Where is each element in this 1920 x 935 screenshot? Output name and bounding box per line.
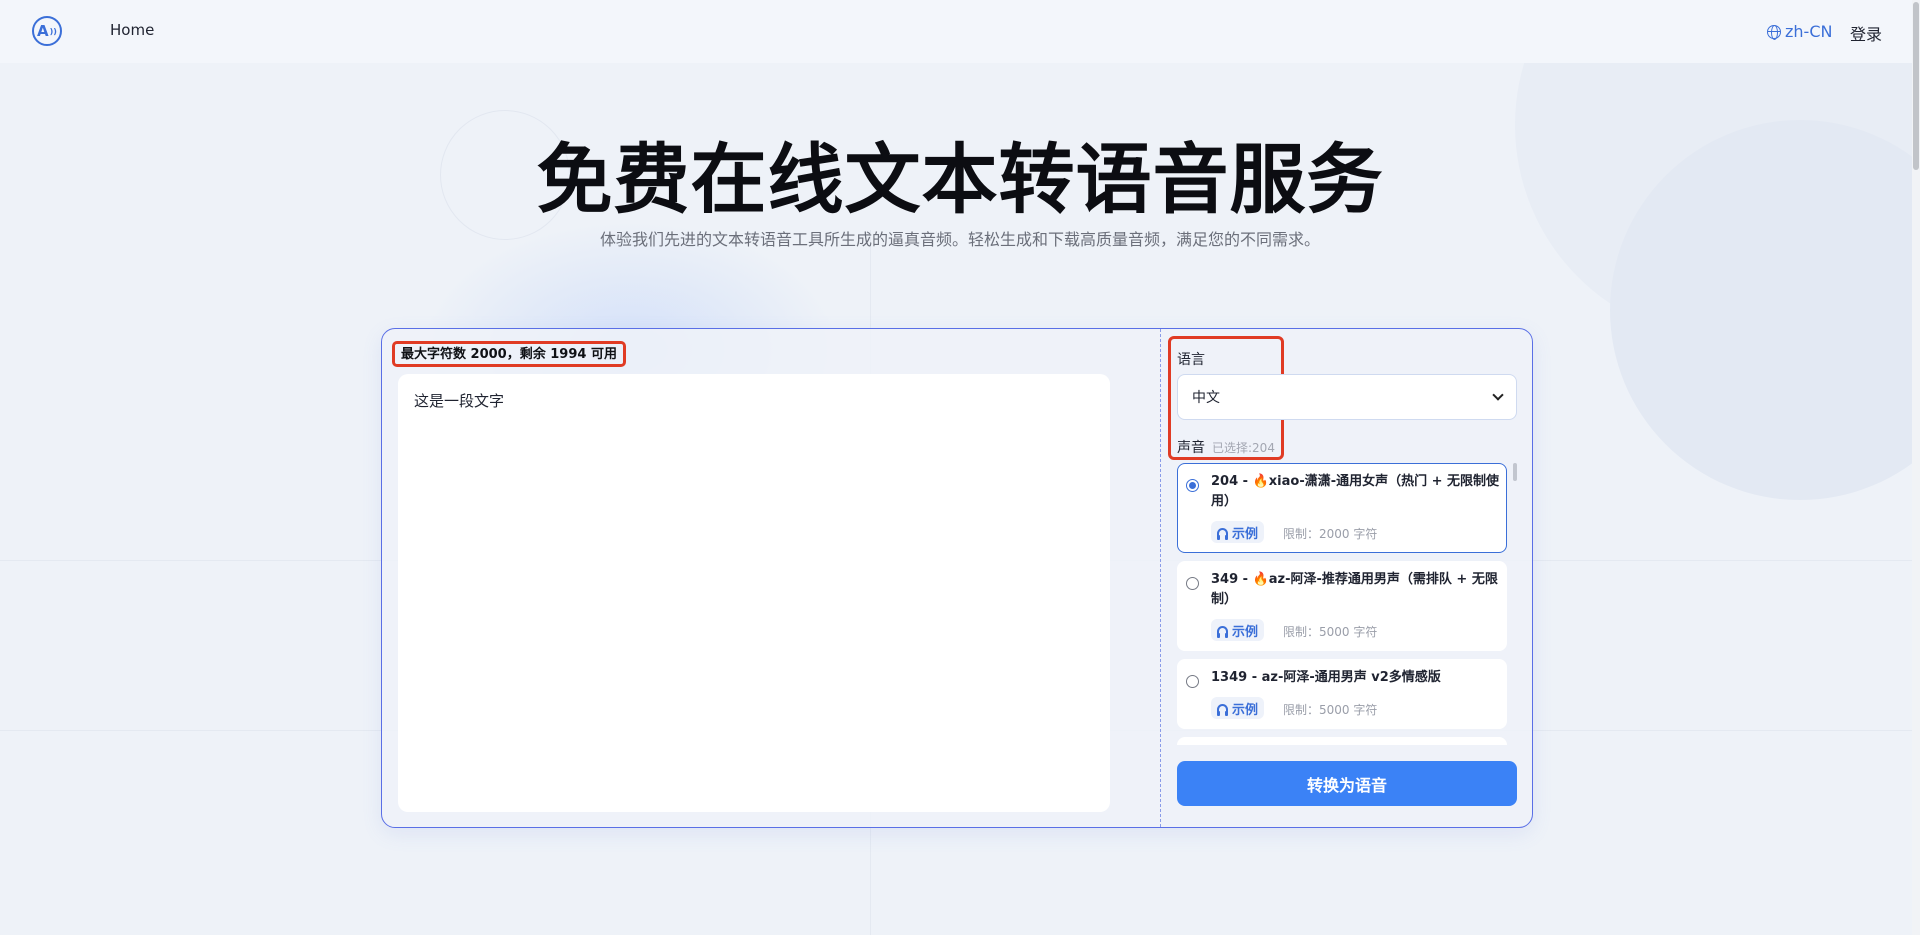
scrollbar-thumb[interactable] [1513,463,1517,481]
page-title: 免费在线文本转语音服务 [536,135,1384,224]
top-navigation-bar: A)) Home zh-CN 登录 [0,0,1920,63]
example-label: 示例 [1232,526,1259,542]
headphone-icon [1217,527,1228,540]
language-code: zh-CN [1785,22,1833,41]
voice-limit: 限制：5000 字符 [1283,625,1378,639]
voice-label: 声音 [1177,440,1205,456]
tts-card: 最大字符数 2000，剩余 1994 可用 这是一段文字 语言 中文 声音 已选… [381,328,1533,828]
voice-option[interactable]: 1349 - az-阿泽-通用男声 v2多情感版 示例 限制：5000 字符 [1177,659,1507,729]
language-select-value: 中文 [1192,390,1220,406]
voice-list-scrollbar[interactable] [1513,463,1519,745]
nav-home-link[interactable]: Home [110,21,154,39]
headphone-icon [1217,703,1228,716]
text-input[interactable]: 这是一段文字 [398,374,1110,812]
convert-button[interactable]: 转换为语音 [1177,761,1517,806]
language-select[interactable]: 中文 [1177,374,1517,420]
voice-limit: 限制：5000 字符 [1283,703,1378,717]
voice-list[interactable]: 204 - 🔥xiao-潇潇-通用女声（热门 + 无限制使用） 示例 限制：20… [1177,463,1513,745]
voice-name: 204 - 🔥xiao-潇潇-通用女声（热门 + 无限制使用） [1211,474,1500,509]
example-label: 示例 [1232,624,1259,640]
voice-option[interactable] [1177,737,1507,745]
voice-name: 1349 - az-阿泽-通用男声 v2多情感版 [1211,670,1441,685]
page-scrollbar[interactable] [1912,0,1920,935]
example-button[interactable]: 示例 [1211,697,1265,719]
example-button[interactable]: 示例 [1211,521,1265,543]
logo-icon[interactable]: A)) [32,16,62,46]
globe-icon [1767,24,1781,40]
voice-radio[interactable] [1186,577,1199,590]
example-label: 示例 [1232,702,1259,718]
char-counter: 最大字符数 2000，剩余 1994 可用 [392,341,626,367]
voice-radio[interactable] [1186,675,1199,688]
example-button[interactable]: 示例 [1211,619,1265,641]
page-subtitle: 体验我们先进的文本转语音工具所生成的逼真音频。轻松生成和下载高质量音频，满足您的… [599,230,1320,249]
voice-selected-count: 已选择:204 [1212,441,1275,455]
voice-name: 349 - 🔥az-阿泽-推荐通用男声（需排队 + 无限制） [1211,572,1498,607]
voice-option[interactable]: 204 - 🔥xiao-潇潇-通用女声（热门 + 无限制使用） 示例 限制：20… [1177,463,1507,553]
panel-divider [1160,329,1161,827]
chevron-down-icon [1492,389,1504,401]
headphone-icon [1217,625,1228,638]
voice-radio[interactable] [1186,479,1199,492]
page-scrollbar-thumb[interactable] [1913,2,1919,170]
voice-option[interactable]: 349 - 🔥az-阿泽-推荐通用男声（需排队 + 无限制） 示例 限制：500… [1177,561,1507,651]
login-link[interactable]: 登录 [1850,21,1882,45]
voice-limit: 限制：2000 字符 [1283,527,1378,541]
language-label: 语言 [1177,352,1205,368]
language-switcher[interactable]: zh-CN [1767,22,1832,41]
